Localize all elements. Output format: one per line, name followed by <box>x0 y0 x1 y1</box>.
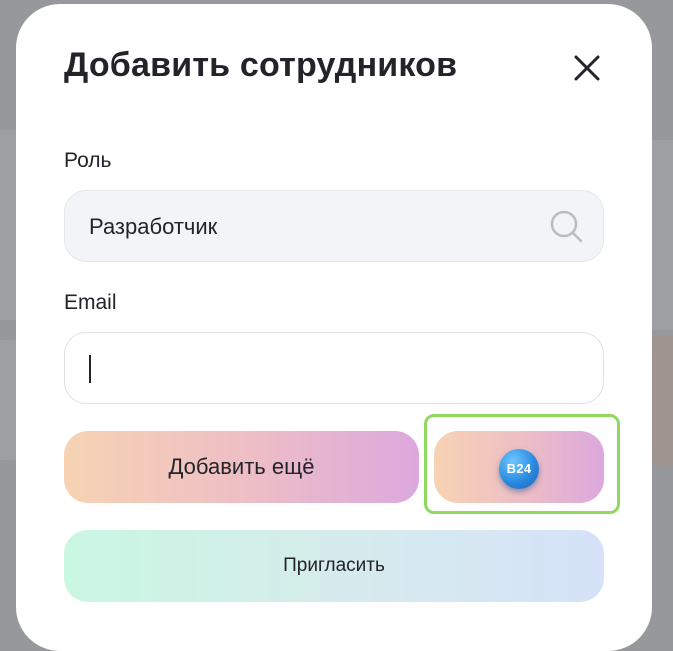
add-more-button[interactable]: Добавить ещё <box>64 431 419 503</box>
b24-logo-icon: B24 <box>499 449 539 489</box>
email-label: Email <box>64 291 117 314</box>
close-button[interactable] <box>568 49 606 87</box>
search-icon <box>550 210 583 243</box>
role-select-value: Разработчик <box>89 214 218 239</box>
close-icon <box>574 55 600 81</box>
invite-button[interactable]: Пригласить <box>64 530 604 602</box>
email-input[interactable] <box>65 333 603 403</box>
bitrix24-button[interactable]: B24 <box>434 431 604 503</box>
role-select[interactable]: Разработчик <box>64 190 604 262</box>
dialog-title: Добавить сотрудников <box>64 46 458 84</box>
email-field[interactable] <box>64 332 604 404</box>
role-label: Роль <box>64 149 112 172</box>
add-employees-dialog: Добавить сотрудников Роль Разработчик Em… <box>16 4 652 651</box>
